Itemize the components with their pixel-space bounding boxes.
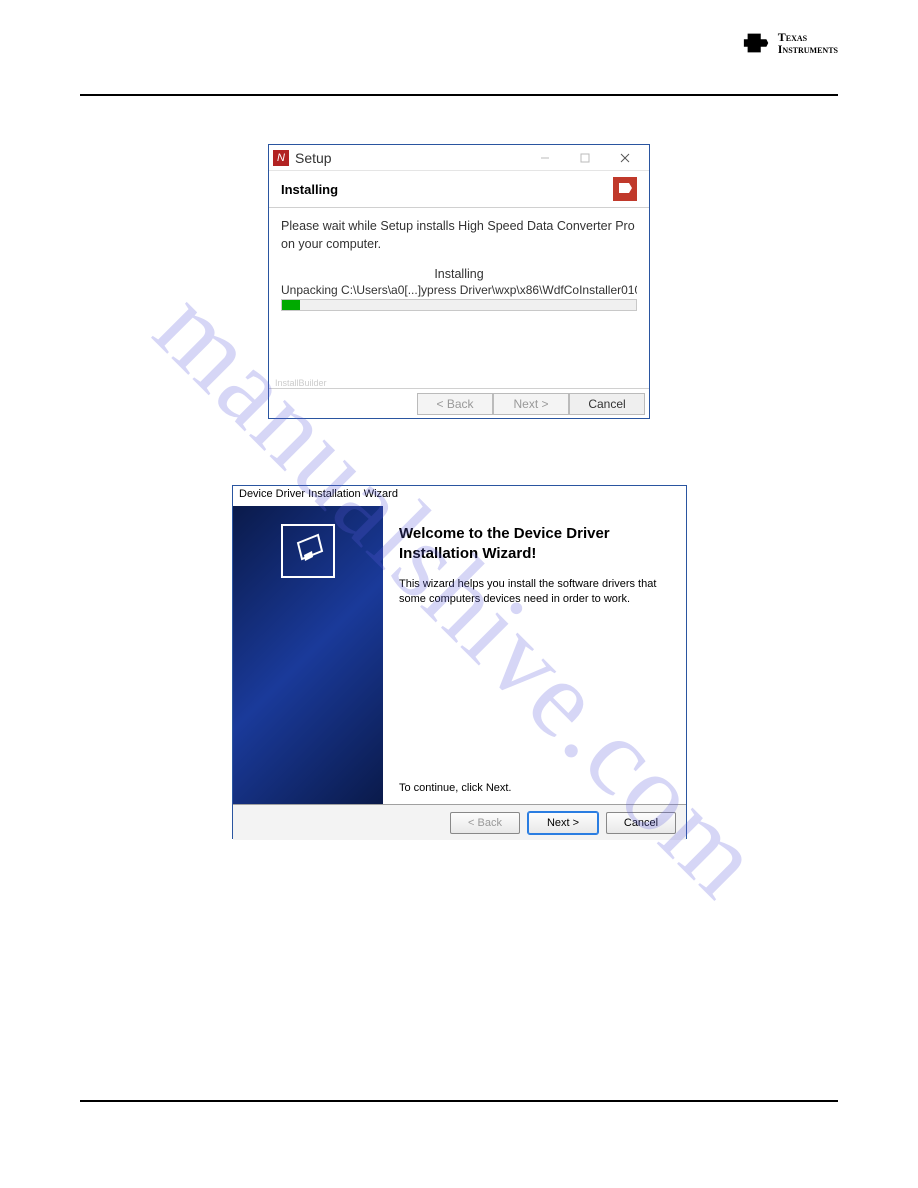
top-rule [80, 94, 838, 96]
setup-progress-bar [281, 299, 637, 311]
minimize-button[interactable] [525, 146, 565, 170]
setup-status-path: Unpacking C:\Users\a0[...]ypress Driver\… [281, 283, 637, 297]
setup-titlebar: N Setup [269, 145, 649, 171]
minimize-icon [540, 153, 550, 163]
close-button[interactable] [605, 146, 645, 170]
ti-logo: Texas Instruments [742, 28, 838, 58]
setup-message: Please wait while Setup installs High Sp… [281, 218, 637, 253]
setup-header-title: Installing [281, 182, 338, 197]
setup-app-icon: N [273, 150, 289, 166]
installer-brand: InstallBuilder [275, 378, 327, 388]
wizard-back-button[interactable]: < Back [450, 812, 520, 834]
maximize-button[interactable] [565, 146, 605, 170]
wizard-continue-text: To continue, click Next. [399, 782, 512, 794]
setup-progress-fill [282, 300, 300, 310]
wizard-sidebar-icon [281, 524, 335, 578]
logo-line2: Instruments [778, 43, 838, 55]
driver-wizard-title: Device Driver Installation Wizard [233, 486, 686, 506]
setup-button-row: < Back Next > Cancel [269, 388, 649, 418]
setup-header-icon [613, 177, 637, 201]
wizard-next-button[interactable]: Next > [528, 812, 598, 834]
wizard-heading: Welcome to the Device Driver Installatio… [399, 524, 670, 563]
cancel-button[interactable]: Cancel [569, 393, 645, 415]
wizard-cancel-button[interactable]: Cancel [606, 812, 676, 834]
maximize-icon [580, 153, 590, 163]
setup-title: Setup [295, 150, 332, 166]
wizard-sidebar [233, 506, 383, 804]
setup-status-title: Installing [281, 267, 637, 281]
bottom-rule [80, 1100, 838, 1102]
wizard-button-row: < Back Next > Cancel [233, 804, 686, 840]
setup-dialog: N Setup Installing Please wait while Set… [268, 144, 650, 419]
driver-wizard-dialog: Device Driver Installation Wizard Welcom… [232, 485, 687, 839]
floppy-icon [288, 531, 328, 571]
back-button[interactable]: < Back [417, 393, 493, 415]
ti-chip-icon [742, 28, 772, 58]
close-icon [620, 153, 630, 163]
setup-header: Installing [269, 171, 649, 208]
wizard-text: This wizard helps you install the softwa… [399, 577, 670, 608]
next-button[interactable]: Next > [493, 393, 569, 415]
